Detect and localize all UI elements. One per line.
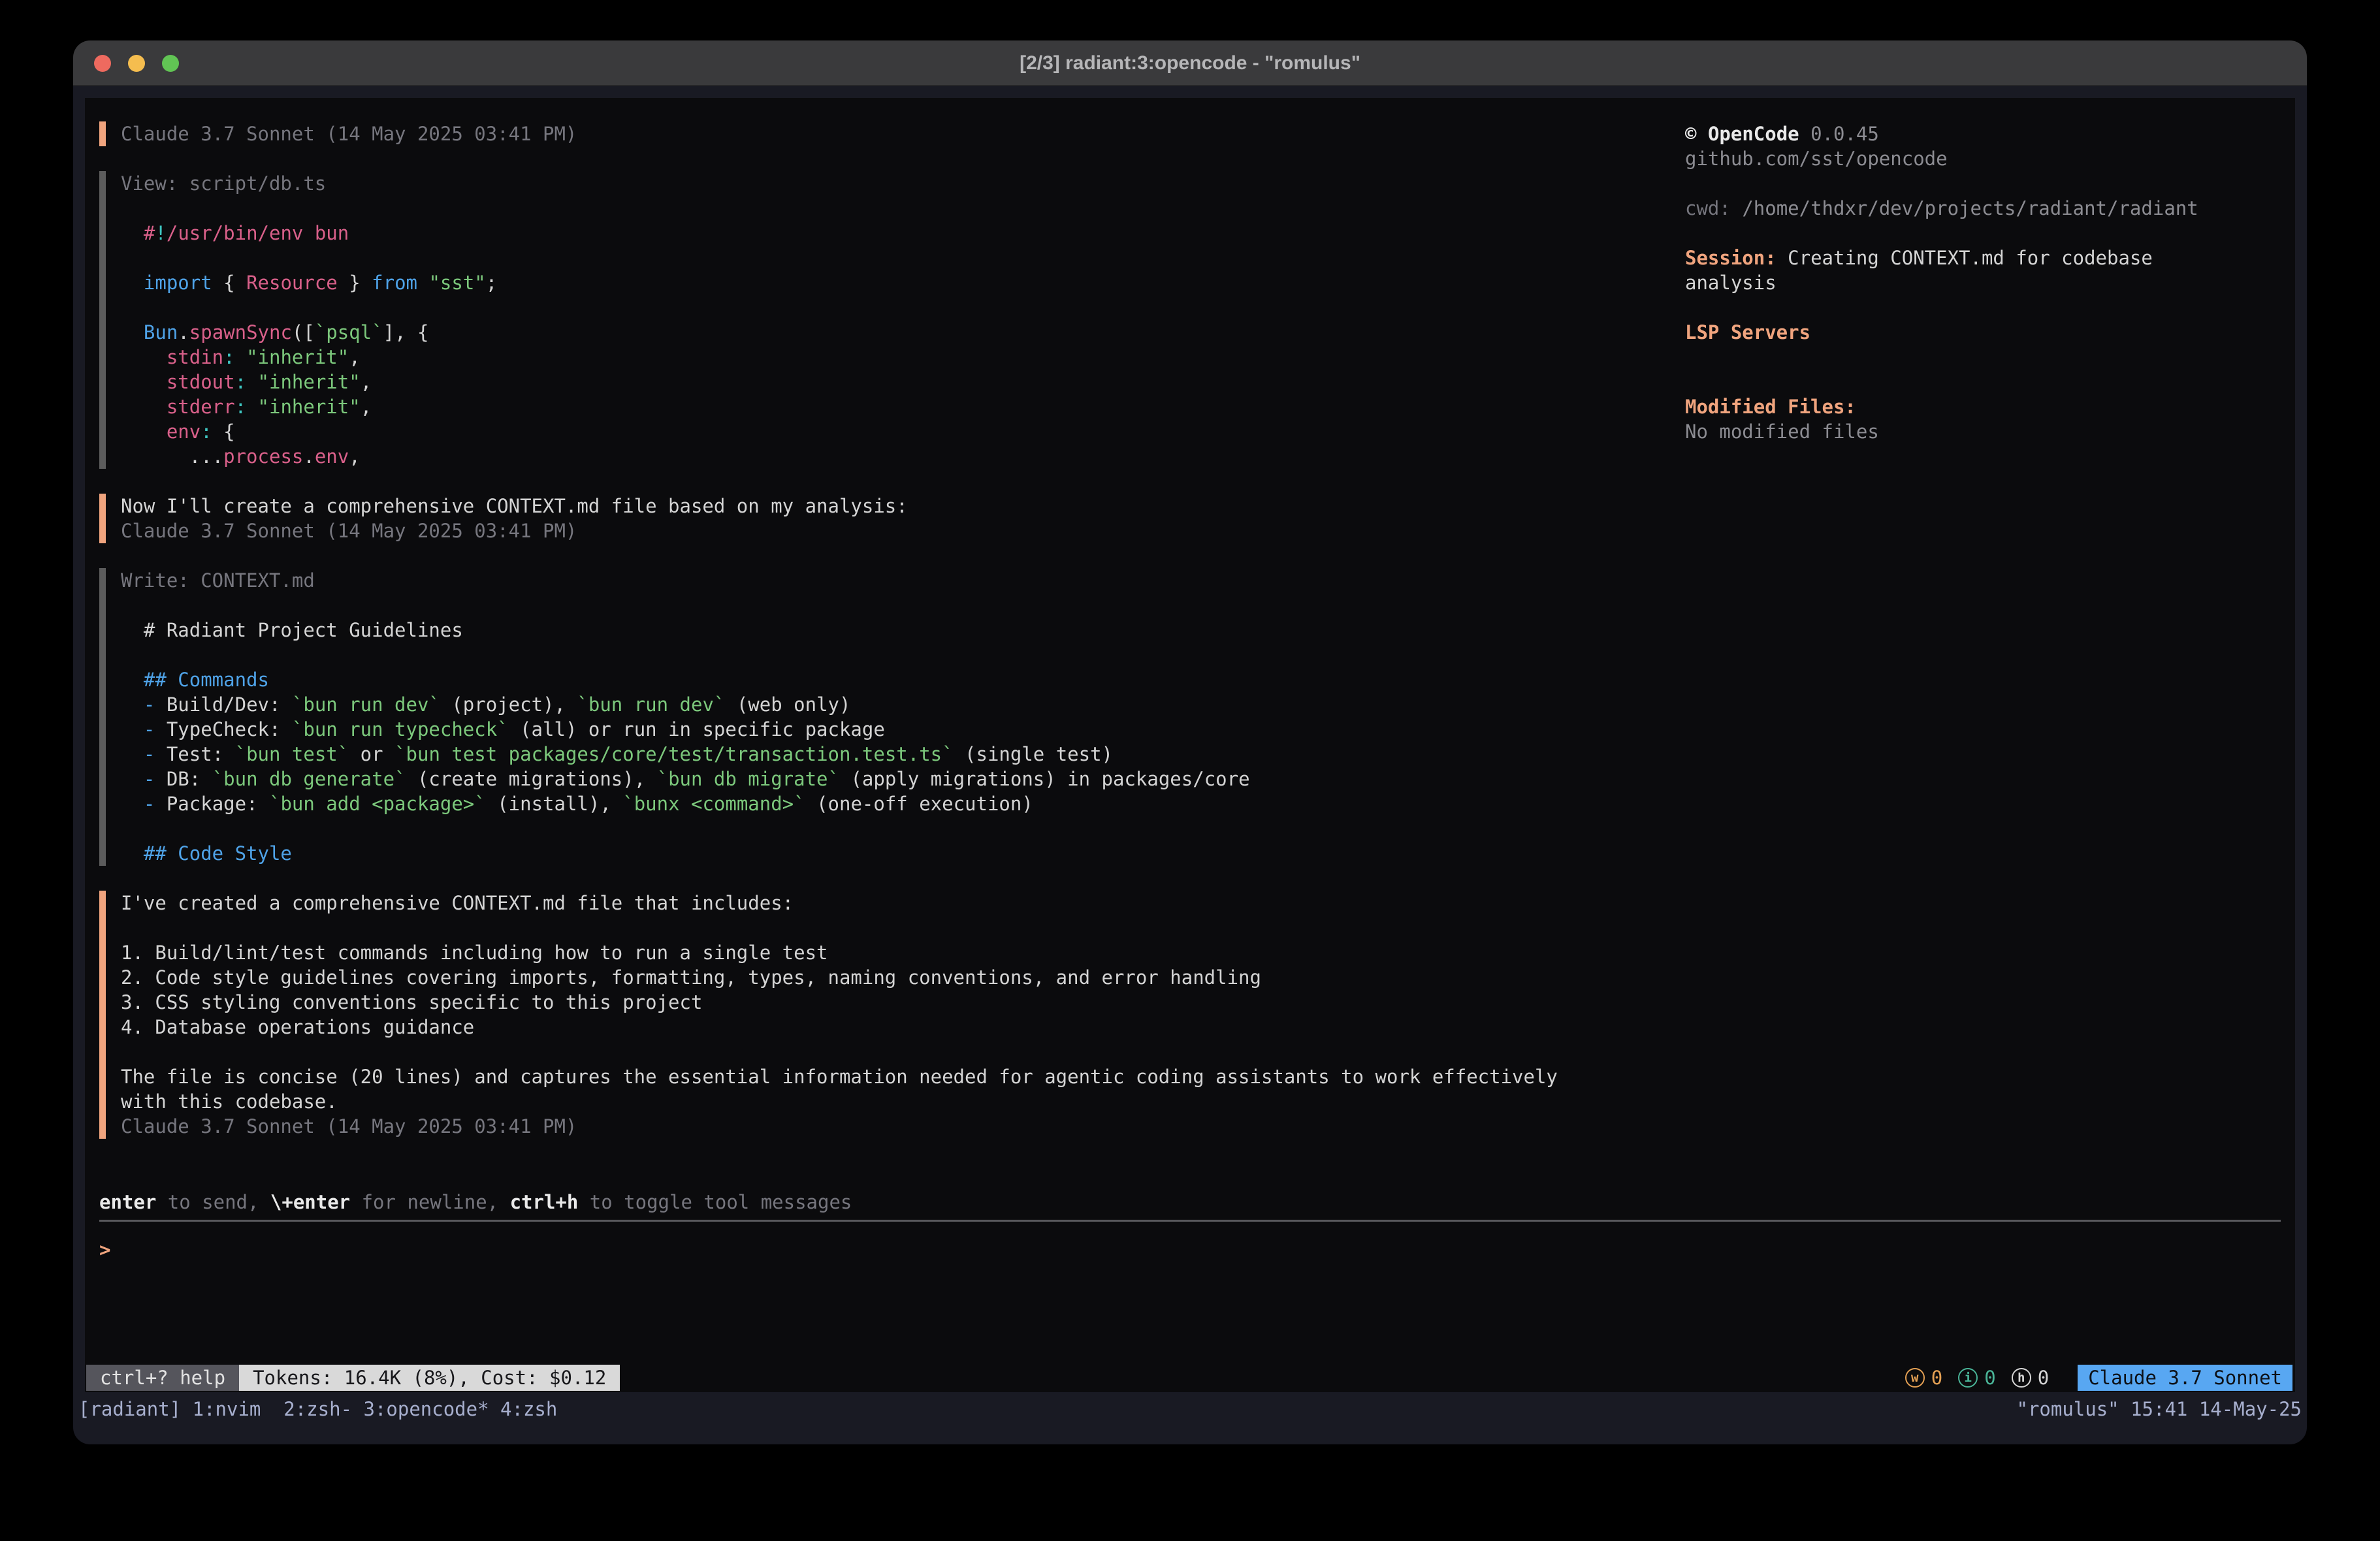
message-line: ## Commands [121,667,1693,692]
message-line: - Build/Dev: `bun run dev` (project), `b… [121,692,1693,717]
diagnostic-count: 0 [2038,1365,2049,1390]
tmux-host-clock: "romulus" 15:41 14-May-25 [2017,1396,2302,1422]
message-line [121,246,1693,270]
message-accent-bar [99,568,106,866]
message-accent-bar [99,121,106,146]
info-icon: i [1958,1368,1978,1388]
message-line: - DB: `bun db generate` (create migratio… [121,767,1693,791]
help-keybind-badge: ctrl+? help [86,1365,239,1391]
composer-divider [99,1220,2281,1222]
message-line: Claude 3.7 Sonnet (14 May 2025 03:41 PM) [121,518,1693,543]
cwd-value: /home/thdxr/dev/projects/radiant/radiant [1742,197,2198,219]
tmux-window-item[interactable]: 3:opencode* [352,1398,489,1420]
sidebar: © OpenCode 0.0.45 github.com/sst/opencod… [1685,121,2253,444]
lsp-servers-label: LSP Servers [1685,320,2253,345]
message-line: The file is concise (20 lines) and captu… [121,1064,1693,1089]
message-line: import { Resource } from "sst"; [121,270,1693,295]
window-title: [2/3] radiant:3:opencode - "romulus" [73,40,2307,86]
tmux-window-item[interactable]: 1:nvim [193,1398,272,1420]
message-line: with this codebase. [121,1089,1693,1114]
composer: enter to send, \+enter for newline, ctrl… [99,1190,2281,1262]
message-line: stdin: "inherit", [121,345,1693,370]
message-line [121,643,1693,667]
message-line: Now I'll create a comprehensive CONTEXT.… [121,494,1693,518]
assistant-meta-block: Claude 3.7 Sonnet (14 May 2025 03:41 PM) [99,121,1693,146]
message-line: #!/usr/bin/env bun [121,221,1693,246]
hints-icon: h [2012,1368,2031,1388]
tmux-window-item[interactable]: 4:zsh [489,1398,558,1420]
titlebar: [2/3] radiant:3:opencode - "romulus" [73,40,2307,86]
message-line: I've created a comprehensive CONTEXT.md … [121,891,1693,915]
message-line: 4. Database operations guidance [121,1015,1693,1040]
message-line [121,295,1693,320]
assistant-summary-block: I've created a comprehensive CONTEXT.md … [99,891,1693,1139]
message-line: ...process.env, [121,444,1693,469]
message-line [121,196,1693,221]
message-line [121,593,1693,618]
app-logo: © OpenCode 0.0.45 [1685,121,2253,146]
message-line: View: script/db.ts [121,171,1693,196]
message-line: Claude 3.7 Sonnet (14 May 2025 03:41 PM) [121,1114,1693,1139]
assistant-message-block: Now I'll create a comprehensive CONTEXT.… [99,494,1693,543]
keybinding-hints: enter to send, \+enter for newline, ctrl… [99,1190,2281,1215]
statusbar: ctrl+? help Tokens: 16.4K (8%), Cost: $0… [86,1365,2292,1391]
message-line: # Radiant Project Guidelines [121,618,1693,643]
message-line: ## Code Style [121,841,1693,866]
tokens-cost-badge: Tokens: 16.4K (8%), Cost: $0.12 [239,1365,620,1391]
message-line [121,915,1693,940]
tmux-window-item[interactable]: 2:zsh- [272,1398,352,1420]
message-line: Bun.spawnSync([`psql`], { [121,320,1693,345]
terminal-window: [2/3] radiant:3:opencode - "romulus" Cla… [73,40,2307,1444]
copyright-icon: © [1685,123,1696,145]
modified-files-label: Modified Files: [1685,394,2253,419]
diagnostic-hints: h0 [2012,1365,2049,1390]
model-badge[interactable]: Claude 3.7 Sonnet [2078,1365,2292,1391]
cwd-label: cwd: [1685,197,1731,219]
app-name: OpenCode [1708,123,1799,145]
message-line [121,1040,1693,1064]
tool-view-block: View: script/db.ts #!/usr/bin/env bun im… [99,171,1693,469]
diagnostic-count: 0 [1931,1365,1942,1390]
tmux-windows: 1:nvim 2:zsh- 3:opencode* 4:zsh [193,1396,558,1422]
diagnostic-info: i0 [1958,1365,1995,1390]
message-line [121,816,1693,841]
message-line: stdout: "inherit", [121,370,1693,394]
message-line: 3. CSS styling conventions specific to t… [121,990,1693,1015]
cwd-line: cwd: /home/thdxr/dev/projects/radiant/ra… [1685,196,2253,221]
tmux-statusline: [radiant] 1:nvim 2:zsh- 3:opencode* 4:zs… [78,1396,2302,1422]
terminal-body: Claude 3.7 Sonnet (14 May 2025 03:41 PM)… [73,86,2307,1444]
modified-files-empty: No modified files [1685,419,2253,444]
tool-write-block: Write: CONTEXT.md # Radiant Project Guid… [99,568,1693,866]
message-accent-bar [99,171,106,469]
message-line: Write: CONTEXT.md [121,568,1693,593]
diagnostic-warnings: w0 [1905,1365,1942,1390]
message-accent-bar [99,891,106,1139]
chat-messages: Claude 3.7 Sonnet (14 May 2025 03:41 PM)… [99,121,1693,1164]
session-line: Session: Creating CONTEXT.md for codebas… [1685,246,2253,295]
message-line: - Package: `bun add <package>` (install)… [121,791,1693,816]
message-line: env: { [121,419,1693,444]
diagnostic-count: 0 [1984,1365,1995,1390]
opencode-app: Claude 3.7 Sonnet (14 May 2025 03:41 PM)… [85,98,2295,1392]
tmux-session-name: [radiant] [78,1396,181,1422]
message-line: - TypeCheck: `bun run typecheck` (all) o… [121,717,1693,742]
lsp-diagnostics: w0i0h0 [1905,1365,2049,1390]
message-line: - Test: `bun test` or `bun test packages… [121,742,1693,767]
app-version: 0.0.45 [1810,123,1879,145]
message-line: Claude 3.7 Sonnet (14 May 2025 03:41 PM) [121,121,1693,146]
warnings-icon: w [1905,1368,1925,1388]
session-label: Session: [1685,247,1777,269]
message-line: 2. Code style guidelines covering import… [121,965,1693,990]
message-accent-bar [99,494,106,543]
repo-link: github.com/sst/opencode [1685,146,2253,171]
message-line: 1. Build/lint/test commands including ho… [121,940,1693,965]
prompt-input[interactable]: > [99,1237,2281,1262]
message-line: stderr: "inherit", [121,394,1693,419]
